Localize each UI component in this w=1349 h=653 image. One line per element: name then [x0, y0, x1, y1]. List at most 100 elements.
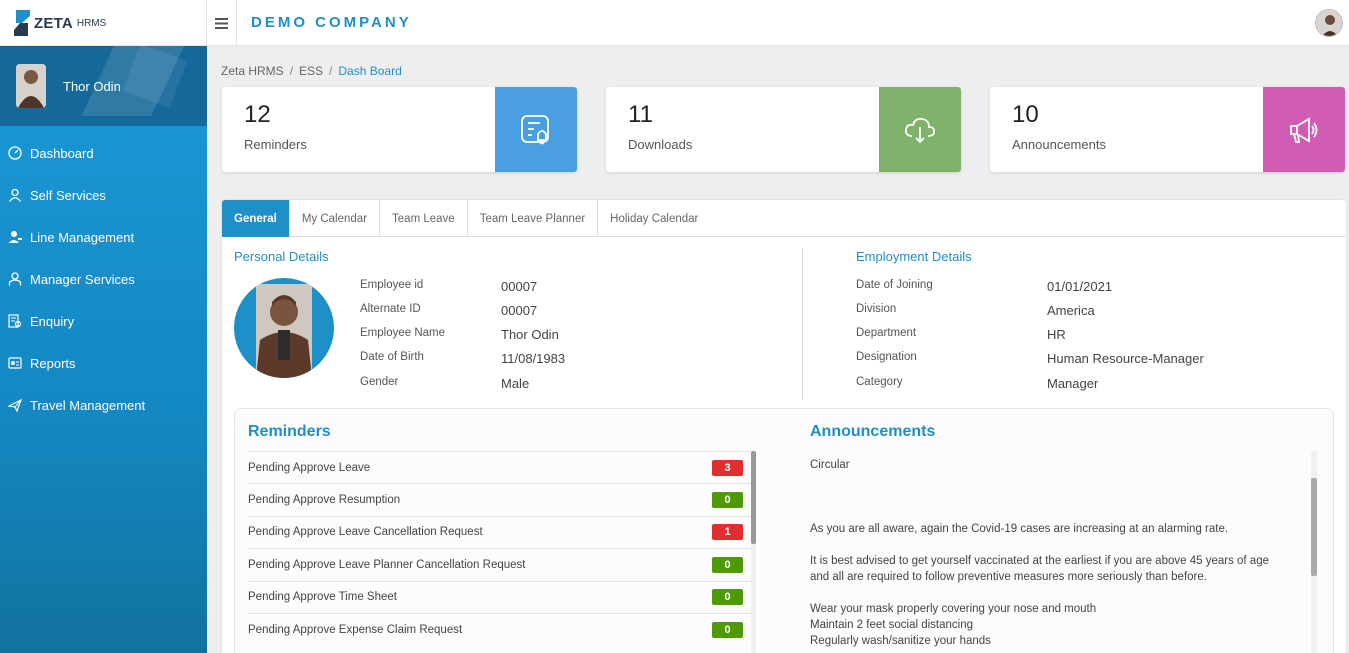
reminder-label: Pending Approve Leave Planner Cancellati… — [248, 558, 526, 571]
employee-name-value: Thor Odin — [501, 327, 559, 342]
sidebar-item-dashboard[interactable]: Dashboard — [0, 132, 207, 174]
announcements-scrollbar[interactable] — [1311, 451, 1317, 653]
sidebar: Thor Odin Dashboard Self Services Line M… — [0, 46, 207, 653]
tab-holiday-calendar[interactable]: Holiday Calendar — [598, 200, 710, 237]
count-badge: 3 — [712, 459, 743, 476]
division-value: America — [1047, 303, 1095, 318]
personal-details-title: Personal Details — [234, 249, 329, 264]
breadcrumb-item[interactable]: Zeta HRMS — [221, 64, 284, 78]
sidebar-item-line-management[interactable]: Line Management — [0, 216, 207, 258]
announcement-line: Wear your mask properly covering your no… — [810, 603, 1097, 615]
category-value: Manager — [1047, 376, 1099, 391]
announcement-line: Regularly wash/sanitize your hands — [810, 635, 991, 647]
menu-toggle-button[interactable] — [207, 0, 237, 46]
reminder-label: Pending Approve Leave Cancellation Reque… — [248, 526, 483, 539]
zeta-logo-icon — [14, 10, 30, 36]
date-of-joining-value: 01/01/2021 — [1047, 279, 1113, 294]
gender-value: Male — [501, 376, 530, 391]
downloads-card[interactable]: 11 Downloads — [606, 87, 961, 172]
count-badge: 0 — [712, 556, 743, 573]
reminder-label: Pending Approve Time Sheet — [248, 591, 397, 604]
field-label: Date of Birth — [360, 351, 424, 363]
card-label: Announcements — [1012, 137, 1106, 152]
announcements-card[interactable]: 10 Announcements — [990, 87, 1345, 172]
avatar-image-icon — [1316, 10, 1342, 36]
announcement-content: Circular As you are all aware, again the… — [810, 457, 1290, 649]
megaphone-icon — [1263, 87, 1345, 172]
reports-icon — [7, 355, 23, 371]
list-item[interactable]: Pending Approve Expense Claim Request 0 — [248, 612, 751, 645]
list-item[interactable]: Pending Approve Leave Planner Cancellati… — [248, 548, 751, 580]
user-icon — [7, 187, 23, 203]
tab-team-leave-planner[interactable]: Team Leave Planner — [468, 200, 599, 237]
field-label: Designation — [856, 351, 917, 363]
breadcrumb-current: Dash Board — [338, 64, 402, 78]
alternate-id-value: 00007 — [501, 303, 538, 318]
brand-name: ZETA — [34, 14, 73, 32]
announcement-paragraph: It is best advised to get yourself vacci… — [810, 555, 1269, 583]
announcement-heading: Circular — [810, 459, 850, 471]
manager-icon — [7, 271, 23, 287]
section-divider — [802, 248, 803, 400]
user-edit-icon — [7, 229, 23, 245]
tab-bar: General My Calendar Team Leave Team Leav… — [222, 200, 1346, 237]
reminder-label: Pending Approve Leave — [248, 461, 371, 474]
date-of-birth-value: 11/08/1983 — [501, 351, 566, 366]
dashboard-panel: General My Calendar Team Leave Team Leav… — [221, 199, 1347, 653]
card-count: 10 — [1012, 101, 1039, 128]
list-item[interactable]: Pending Approve Resumption 0 — [248, 483, 751, 515]
field-label: Alternate ID — [360, 303, 421, 315]
field-label: Date of Joining — [856, 279, 933, 291]
sidebar-item-self-services[interactable]: Self Services — [0, 174, 207, 216]
profile-photo-icon — [16, 64, 46, 108]
announcement-paragraph: As you are all aware, again the Covid-19… — [810, 523, 1229, 535]
enquiry-icon — [7, 313, 23, 329]
brand-logo[interactable]: ZETA HRMS — [0, 0, 207, 46]
tab-general[interactable]: General — [222, 200, 290, 237]
breadcrumb: Zeta HRMS / ESS / Dash Board — [221, 64, 402, 78]
reminders-scrollbar[interactable] — [751, 451, 756, 653]
sidebar-item-label: Enquiry — [30, 313, 75, 329]
field-label: Division — [856, 303, 897, 315]
sidebar-menu: Dashboard Self Services Line Management … — [0, 126, 207, 426]
breadcrumb-item[interactable]: ESS — [299, 64, 323, 78]
tab-team-leave[interactable]: Team Leave — [380, 200, 468, 237]
count-badge: 0 — [712, 621, 743, 638]
employee-id-value: 00007 — [501, 279, 538, 294]
card-count: 12 — [244, 101, 271, 128]
field-label: Employee Name — [360, 327, 446, 339]
reminders-list: Pending Approve Leave 3 Pending Approve … — [248, 451, 751, 645]
sidebar-item-reports[interactable]: Reports — [0, 342, 207, 384]
dashboard-icon — [7, 145, 23, 161]
sidebar-item-label: Travel Management — [30, 397, 146, 413]
hamburger-icon — [215, 17, 228, 29]
reminders-announcements-box: Reminders Pending Approve Leave 3 Pendin… — [234, 408, 1334, 653]
company-name: DEMO COMPANY — [251, 14, 412, 31]
sidebar-profile[interactable]: Thor Odin — [0, 46, 207, 126]
employee-photo-icon — [256, 284, 312, 378]
top-bar: ZETA HRMS DEMO COMPANY — [0, 0, 1349, 46]
field-label: Employee id — [360, 279, 424, 291]
profile-avatar — [16, 64, 46, 108]
sidebar-item-enquiry[interactable]: Enquiry — [0, 300, 207, 342]
brand-sub: HRMS — [76, 17, 107, 29]
sidebar-item-manager-services[interactable]: Manager Services — [0, 258, 207, 300]
reminders-card[interactable]: 12 Reminders — [222, 87, 577, 172]
card-count: 11 — [628, 101, 653, 128]
plane-icon — [7, 397, 23, 413]
field-label: Gender — [360, 376, 399, 388]
field-label: Category — [856, 376, 903, 388]
user-avatar[interactable] — [1315, 9, 1343, 37]
count-badge: 0 — [712, 492, 743, 509]
count-badge: 1 — [712, 524, 743, 541]
sidebar-item-label: Self Services — [30, 187, 106, 203]
employee-photo — [234, 278, 334, 378]
department-value: HR — [1047, 327, 1066, 342]
list-item[interactable]: Pending Approve Leave 3 — [248, 451, 751, 483]
list-item[interactable]: Pending Approve Time Sheet 0 — [248, 580, 751, 613]
sidebar-item-label: Manager Services — [30, 271, 135, 287]
sidebar-item-travel-management[interactable]: Travel Management — [0, 384, 207, 426]
card-label: Reminders — [244, 137, 307, 152]
list-item[interactable]: Pending Approve Leave Cancellation Reque… — [248, 515, 751, 548]
tab-my-calendar[interactable]: My Calendar — [290, 200, 381, 237]
